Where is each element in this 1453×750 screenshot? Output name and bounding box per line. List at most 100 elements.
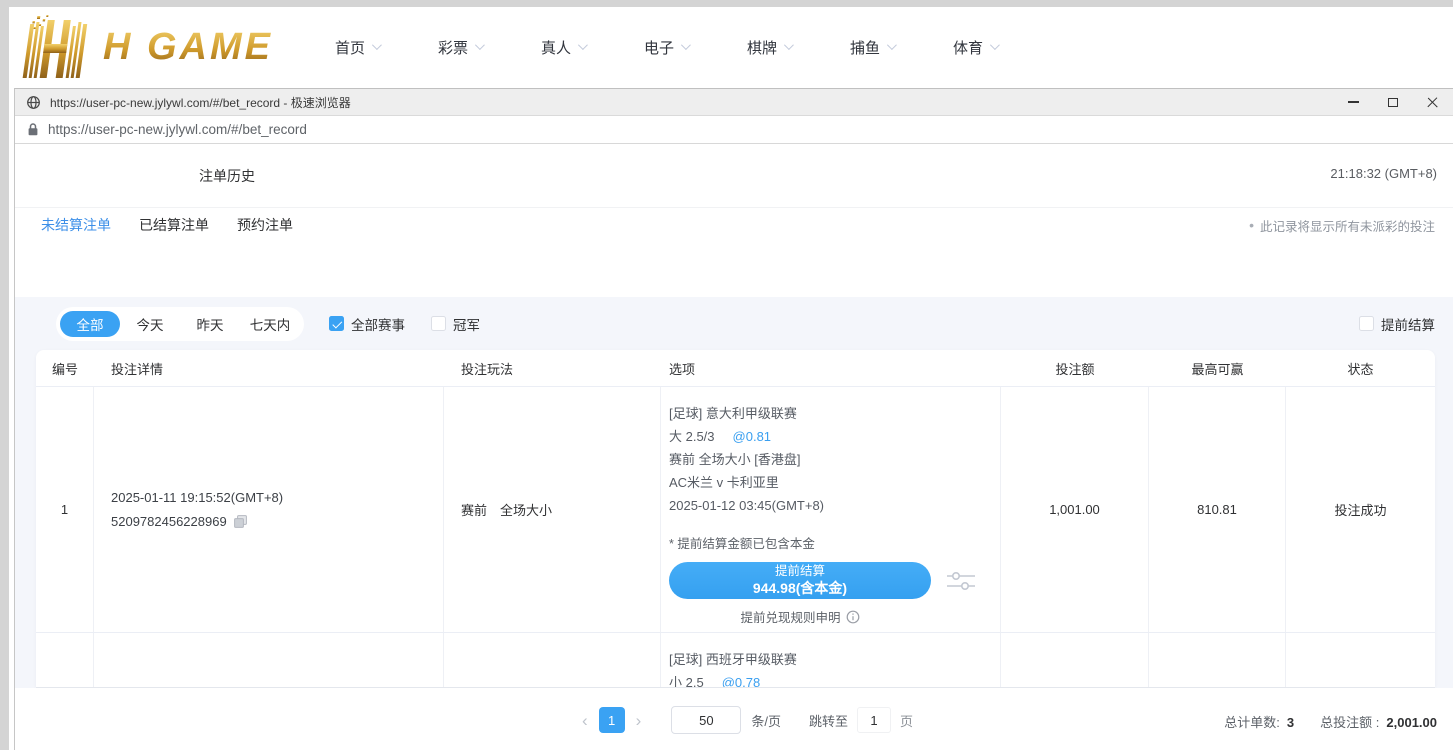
bet-id-line: 5209782456228969	[111, 514, 443, 529]
cashout-note: * 提前结算金额已包含本金	[669, 534, 992, 554]
cashout-button-amount: 944.98(含本金)	[753, 580, 847, 597]
cell-status	[1286, 633, 1435, 688]
page-size-input[interactable]	[671, 706, 741, 734]
next-page-button[interactable]: ›	[630, 712, 648, 729]
tabbar: 未结算注单 已结算注单 预约注单 • 此记录将显示所有未派彩的投注	[15, 207, 1453, 242]
minimize-button[interactable]	[1333, 89, 1373, 115]
window-title: https://user-pc-new.jylywl.com/#/bet_rec…	[50, 94, 351, 111]
cashout-button[interactable]: 提前结算 944.98(含本金)	[669, 562, 931, 599]
nav-label: 捕鱼	[850, 37, 880, 58]
nav-item-cards[interactable]: 棋牌	[747, 37, 850, 58]
table-row: [足球] 西班牙甲级联赛 小 2.5 @0.78 赛前 全场大小 [香港盘] 巴…	[36, 633, 1435, 688]
main-nav: 首页 彩票 真人 电子 棋牌 捕鱼 体育	[335, 7, 1056, 88]
cashout-row: 提前结算 944.98(含本金)	[669, 562, 992, 599]
nav-label: 体育	[953, 37, 983, 58]
info-icon	[846, 610, 860, 624]
match-time: 2025-01-12 03:45(GMT+8)	[669, 494, 992, 517]
cell-option: [足球] 西班牙甲级联赛 小 2.5 @0.78 赛前 全场大小 [香港盘] 巴…	[661, 633, 1001, 688]
bet-record-page: 注单历史 21:18:32 (GMT+8) 未结算注单 已结算注单 预约注单 •…	[15, 144, 1453, 750]
nav-item-lottery[interactable]: 彩票	[438, 37, 541, 58]
match: AC米兰 v 卡利亚里	[669, 471, 992, 494]
browser-titlebar[interactable]: https://user-pc-new.jylywl.com/#/bet_rec…	[15, 89, 1453, 116]
col-header-status: 状态	[1286, 359, 1435, 378]
early-settle-checkbox[interactable]: 提前结算	[1359, 297, 1435, 350]
page-title: 注单历史	[199, 166, 255, 186]
checkbox-unchecked-icon	[1359, 316, 1374, 331]
cell-no	[36, 633, 94, 688]
nav-item-sports[interactable]: 体育	[953, 37, 1056, 58]
nav-label: 彩票	[438, 37, 468, 58]
nav-item-fishing[interactable]: 捕鱼	[850, 37, 953, 58]
total-count-label: 总计单数:	[1224, 715, 1280, 730]
date-filter-today[interactable]: 今天	[120, 311, 180, 337]
lock-icon	[27, 122, 39, 137]
jump-page-input[interactable]	[857, 707, 891, 733]
checkbox-unchecked-icon	[431, 316, 446, 331]
brand-logo[interactable]: H GAME	[19, 11, 281, 83]
cell-play: 赛前 全场大小	[444, 387, 661, 632]
tab-unsettled[interactable]: 未结算注单	[41, 215, 111, 235]
champion-checkbox[interactable]: 冠军	[431, 314, 480, 334]
chevron-down-icon	[372, 40, 382, 50]
close-button[interactable]	[1413, 89, 1453, 115]
col-header-play: 投注玩法	[444, 359, 661, 378]
nav-label: 棋牌	[747, 37, 777, 58]
col-header-no: 编号	[36, 359, 94, 378]
globe-icon	[26, 95, 41, 110]
browser-addressbar[interactable]: https://user-pc-new.jylywl.com/#/bet_rec…	[15, 116, 1453, 144]
table-row: 1 2025-01-11 19:15:52(GMT+8) 52097824562…	[36, 387, 1435, 633]
chevron-down-icon	[578, 40, 588, 50]
tab-settled[interactable]: 已结算注单	[139, 215, 209, 235]
cell-maxwin: 810.81	[1149, 387, 1286, 632]
nav-item-live[interactable]: 真人	[541, 37, 644, 58]
col-header-amount: 投注额	[1001, 359, 1149, 378]
sliders-icon[interactable]	[946, 570, 976, 592]
current-page-button[interactable]: 1	[599, 707, 625, 733]
maximize-button[interactable]	[1373, 89, 1413, 115]
close-icon	[1427, 96, 1439, 108]
maximize-icon	[1388, 98, 1398, 107]
pager: ‹ 1 › 条/页 跳转至 页	[576, 706, 913, 734]
app-header: H GAME 首页 彩票 真人 电子 棋牌 捕鱼 体育	[9, 7, 1453, 88]
odds: @0.78	[722, 671, 761, 688]
per-page-label: 条/页	[751, 711, 781, 730]
cell-maxwin	[1149, 633, 1286, 688]
window-left-edge	[0, 0, 9, 750]
nav-item-slots[interactable]: 电子	[644, 37, 747, 58]
page-head: 注单历史 21:18:32 (GMT+8)	[15, 144, 1453, 207]
all-matches-checkbox[interactable]: 全部赛事	[329, 314, 405, 334]
cell-status: 投注成功	[1286, 387, 1435, 632]
cell-play	[444, 633, 661, 688]
cell-bet-detail	[94, 633, 444, 688]
chevron-down-icon	[784, 40, 794, 50]
date-filter-yesterday[interactable]: 昨天	[180, 311, 240, 337]
league: [足球] 西班牙甲级联赛	[669, 648, 992, 671]
pick: 小 2.5	[669, 671, 704, 688]
chevron-down-icon	[681, 40, 691, 50]
copy-icon[interactable]	[233, 514, 248, 529]
nav-label: 电子	[644, 37, 674, 58]
tab-reserved[interactable]: 预约注单	[237, 215, 293, 235]
cashout-rule-link[interactable]: 提前兑现规则申明	[669, 607, 931, 626]
server-time: 21:18:32 (GMT+8)	[1330, 166, 1437, 181]
unsettled-notice: • 此记录将显示所有未派彩的投注	[1249, 208, 1435, 242]
nav-item-home[interactable]: 首页	[335, 37, 438, 58]
browser-window: https://user-pc-new.jylywl.com/#/bet_rec…	[14, 88, 1453, 750]
champion-label: 冠军	[453, 314, 480, 334]
bullet-icon: •	[1249, 217, 1254, 233]
prev-page-button[interactable]: ‹	[576, 712, 594, 729]
cell-no: 1	[36, 387, 94, 632]
checkbox-checked-icon	[329, 316, 344, 331]
col-header-maxwin: 最高可赢	[1149, 359, 1286, 378]
cashout-rule-text: 提前兑现规则申明	[740, 607, 840, 626]
cell-option: [足球] 意大利甲级联赛 大 2.5/3 @0.81 赛前 全场大小 [香港盘]…	[661, 387, 1001, 632]
chevron-down-icon	[887, 40, 897, 50]
date-filter-7days[interactable]: 七天内	[240, 311, 300, 337]
address-url[interactable]: https://user-pc-new.jylywl.com/#/bet_rec…	[48, 122, 307, 137]
page-unit-label: 页	[900, 711, 913, 730]
all-matches-label: 全部赛事	[351, 314, 405, 334]
date-filter-group: 全部 今天 昨天 七天内	[56, 307, 304, 341]
league: [足球] 意大利甲级联赛	[669, 402, 992, 425]
cell-bet-detail: 2025-01-11 19:15:52(GMT+8) 5209782456228…	[94, 387, 444, 632]
date-filter-all[interactable]: 全部	[60, 311, 120, 337]
